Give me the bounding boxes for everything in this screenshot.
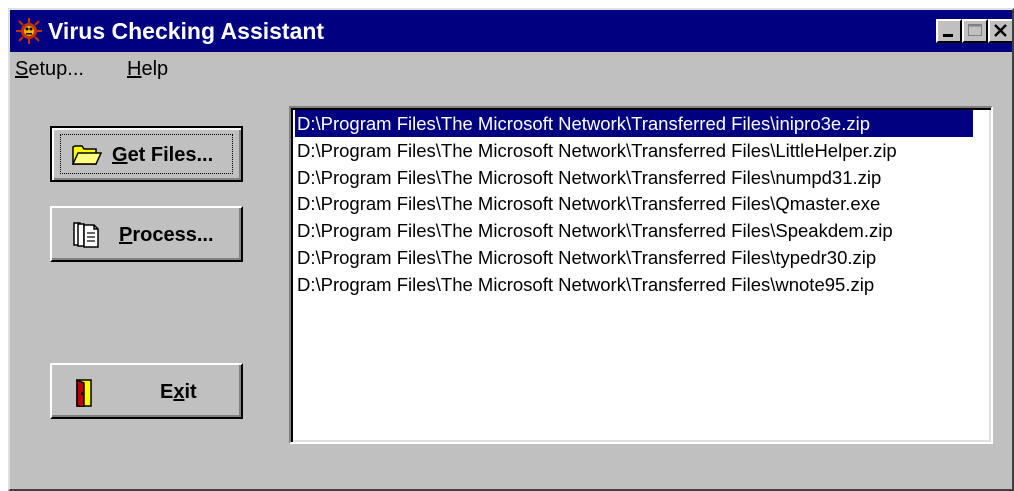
list-item[interactable]: D:\Program Files\The Microsoft Network\T… — [295, 164, 985, 191]
menu-setup[interactable]: Setup... — [15, 58, 84, 81]
list-item[interactable]: D:\Program Files\The Microsoft Network\T… — [295, 271, 985, 298]
list-item[interactable]: D:\Program Files\The Microsoft Network\T… — [295, 110, 973, 137]
process-documents-icon — [72, 222, 102, 254]
maximize-icon — [968, 24, 982, 36]
exit-door-icon — [72, 378, 96, 413]
maximize-button[interactable] — [962, 19, 988, 43]
open-folder-icon — [71, 142, 103, 172]
process-label: Process... — [119, 224, 214, 246]
list-item[interactable]: D:\Program Files\The Microsoft Network\T… — [295, 190, 985, 217]
list-item[interactable]: D:\Program Files\The Microsoft Network\T… — [295, 217, 985, 244]
minimize-button[interactable] — [936, 19, 962, 43]
minimize-icon — [943, 34, 953, 37]
file-list[interactable]: D:\Program Files\The Microsoft Network\T… — [289, 106, 993, 444]
menu-help[interactable]: Help — [127, 58, 168, 81]
window-title: Virus Checking Assistant — [48, 18, 325, 44]
close-button[interactable] — [988, 19, 1012, 43]
list-item[interactable]: D:\Program Files\The Microsoft Network\T… — [295, 244, 985, 271]
get-files-label: Get Files... — [112, 144, 214, 166]
menu-bar: Setup... Help — [10, 54, 1012, 86]
exit-button[interactable]: Exit — [50, 363, 243, 419]
app-window: Virus Checking Assistant Setup... Help G… — [8, 8, 1014, 491]
virus-app-icon[interactable] — [16, 18, 42, 44]
process-button[interactable]: Process... — [50, 206, 243, 262]
get-files-button[interactable]: Get Files... — [50, 126, 243, 182]
exit-label: Exit — [160, 381, 197, 403]
list-item[interactable]: D:\Program Files\The Microsoft Network\T… — [295, 137, 985, 164]
close-icon — [994, 24, 1007, 37]
title-bar[interactable]: Virus Checking Assistant — [10, 10, 1012, 52]
